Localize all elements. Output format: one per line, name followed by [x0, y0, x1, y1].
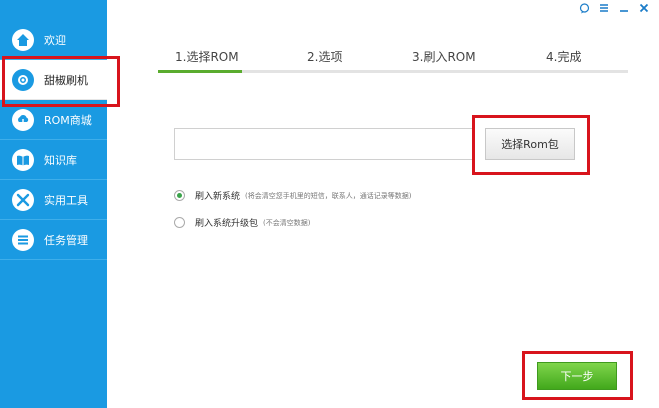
sidebar-item-rom-store[interactable]: ROM商城 [0, 100, 107, 140]
sidebar-item-tools[interactable]: 实用工具 [0, 180, 107, 220]
sidebar-item-label: 实用工具 [44, 194, 88, 207]
close-icon[interactable] [637, 1, 651, 15]
sidebar-item-label: ROM商城 [44, 114, 92, 127]
sidebar: 欢迎 甜椒刷机 ROM商城 知识库 实用工具 任务管理 [0, 0, 107, 408]
sidebar-item-knowledge[interactable]: 知识库 [0, 140, 107, 180]
option-flash-new-system[interactable]: 刷入新系统 (将会清空您手机里的短信，联系人，通话记录等数据) [174, 189, 411, 202]
next-step-button[interactable]: 下一步 [537, 362, 617, 390]
radio-button-selected[interactable] [174, 190, 185, 201]
choose-rom-button[interactable]: 选择Rom包 [485, 128, 575, 160]
flash-icon [12, 69, 34, 91]
option-hint: (将会清空您手机里的短信，联系人，通话记录等数据) [245, 191, 412, 200]
feedback-icon[interactable] [577, 1, 591, 15]
step-select-rom: 1.选择ROM [175, 50, 239, 64]
radio-button[interactable] [174, 217, 185, 228]
sidebar-item-label: 欢迎 [44, 34, 66, 47]
step-options: 2.选项 [307, 50, 343, 64]
sidebar-item-label: 知识库 [44, 154, 77, 167]
sidebar-item-tasks[interactable]: 任务管理 [0, 220, 107, 260]
home-icon [12, 29, 34, 51]
window-controls [569, 0, 659, 16]
list-icon [12, 229, 34, 251]
sidebar-item-welcome[interactable]: 欢迎 [0, 20, 107, 60]
cloud-download-icon [12, 109, 34, 131]
step-flash-rom: 3.刷入ROM [412, 50, 476, 64]
option-label: 刷入新系统 [195, 192, 241, 202]
step-complete: 4.完成 [546, 50, 582, 64]
steps-progress-active [158, 70, 242, 73]
book-icon [12, 149, 34, 171]
sidebar-item-label: 任务管理 [44, 234, 88, 247]
option-label: 刷入系统升级包 [195, 219, 259, 229]
sidebar-item-flash[interactable]: 甜椒刷机 [0, 60, 107, 100]
rom-path-input[interactable] [174, 128, 474, 160]
menu-icon[interactable] [597, 1, 611, 15]
minimize-icon[interactable] [617, 1, 631, 15]
tools-icon [12, 189, 34, 211]
sidebar-item-label: 甜椒刷机 [44, 74, 88, 87]
option-flash-upgrade-package[interactable]: 刷入系统升级包 (不会清空数据) [174, 216, 310, 229]
option-hint: (不会清空数据) [263, 218, 311, 227]
